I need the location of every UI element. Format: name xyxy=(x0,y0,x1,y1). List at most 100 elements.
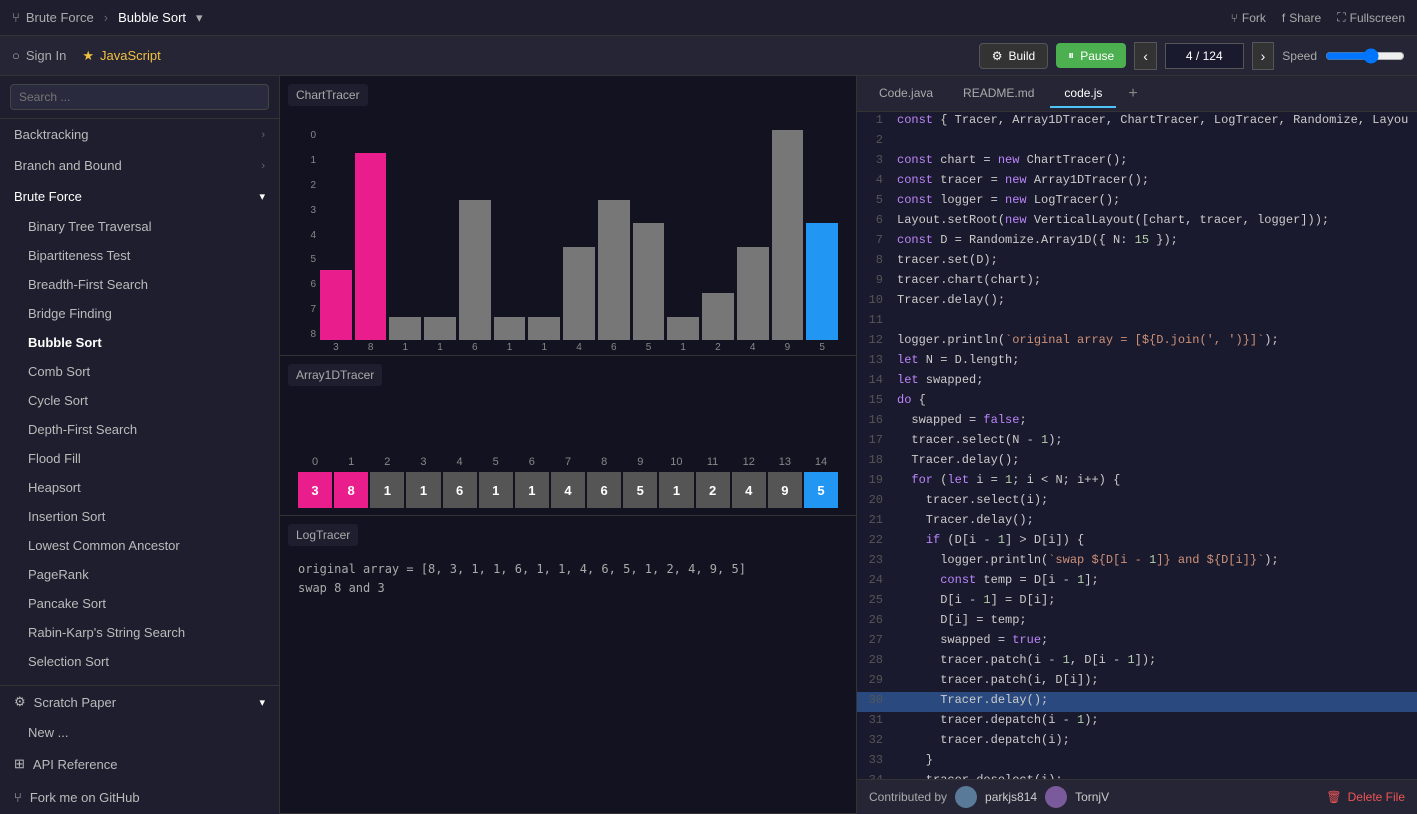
code-line: 21 Tracer.delay(); xyxy=(857,512,1417,532)
sidebar-subitem-bubble-sort[interactable]: Bubble Sort xyxy=(0,328,279,357)
array-cell: 8 xyxy=(334,472,368,508)
sidebar-subitem-pagerank[interactable]: PageRank xyxy=(0,560,279,589)
delete-file-button[interactable]: 🗑 Delete File xyxy=(1326,790,1405,804)
chart-x-label: 9 xyxy=(772,342,804,353)
chart-x-label: 6 xyxy=(459,342,491,353)
log-tracer-section: LogTracer original array = [8, 3, 1, 1, … xyxy=(280,516,856,814)
tab-readme[interactable]: README.md xyxy=(949,80,1048,108)
sidebar-subitem-dfs[interactable]: Depth-First Search xyxy=(0,415,279,444)
chart-bar xyxy=(424,317,456,340)
code-line: 16 swapped = false; xyxy=(857,412,1417,432)
sidebar-list: Backtracking › Branch and Bound › Brute … xyxy=(0,119,279,685)
sidebar-subitem-heapsort[interactable]: Heapsort xyxy=(0,473,279,502)
share-button[interactable]: f Share xyxy=(1282,11,1321,25)
chart-area: 8 7 6 5 4 3 2 1 0 381161146512495 xyxy=(288,112,848,372)
breadcrumb-dropdown-icon[interactable]: ▾ xyxy=(196,10,203,26)
sidebar-item-scratch-paper[interactable]: ⚙ Scratch Paper ▾ xyxy=(0,686,279,718)
array1d-tracer-section: Array1DTracer 01234567891011121314 38116… xyxy=(280,356,856,516)
speed-label: Speed xyxy=(1282,49,1317,63)
sidebar-subitem-bfs[interactable]: Breadth-First Search xyxy=(0,270,279,299)
code-line: 30 Tracer.delay(); xyxy=(857,692,1417,712)
chart-bar xyxy=(528,317,560,340)
sidebar-subitem-new[interactable]: New ... xyxy=(0,718,279,747)
array-cell: 5 xyxy=(804,472,838,508)
sidebar-subitem-lca[interactable]: Lowest Common Ancestor xyxy=(0,531,279,560)
chart-bar xyxy=(772,130,804,340)
sidebar-subitem-selection-sort[interactable]: Selection Sort xyxy=(0,647,279,676)
array-cell: 4 xyxy=(551,472,585,508)
scratch-paper-label: Scratch Paper xyxy=(34,695,116,710)
sidebar-subitem-pancake-sort[interactable]: Pancake Sort xyxy=(0,589,279,618)
breadcrumb-current[interactable]: Bubble Sort xyxy=(118,10,186,25)
sidebar-subitem-bridge[interactable]: Bridge Finding xyxy=(0,299,279,328)
build-button[interactable]: ⚙ Build xyxy=(979,43,1048,69)
sidebar-item-api-reference[interactable]: ⊞ API Reference xyxy=(0,747,279,781)
code-editor[interactable]: 1const { Tracer, Array1DTracer, ChartTra… xyxy=(857,112,1417,779)
language-button[interactable]: ★ JavaScript xyxy=(82,48,160,64)
sidebar-subitem-bipartiteness[interactable]: Bipartiteness Test xyxy=(0,241,279,270)
chart-tracer-label: ChartTracer xyxy=(288,84,368,106)
code-line: 31 tracer.depatch(i - 1); xyxy=(857,712,1417,732)
sidebar-subitem-flood-fill[interactable]: Flood Fill xyxy=(0,444,279,473)
pause-button[interactable]: ⏸ Pause xyxy=(1056,43,1126,68)
api-reference-label: API Reference xyxy=(33,757,118,772)
chart-bar xyxy=(702,293,734,340)
code-line: 15do { xyxy=(857,392,1417,412)
sidebar-subitem-binary-tree[interactable]: Binary Tree Traversal xyxy=(0,212,279,241)
chart-x-label: 4 xyxy=(563,342,595,353)
code-line: 5const logger = new LogTracer(); xyxy=(857,192,1417,212)
sidebar-item-fork-github[interactable]: ⑂ Fork me on GitHub xyxy=(0,781,279,814)
speed-slider[interactable] xyxy=(1325,48,1405,64)
log-content: original array = [8, 3, 1, 1, 6, 1, 1, 4… xyxy=(298,560,838,598)
fullscreen-button[interactable]: ⛶ Fullscreen xyxy=(1337,10,1405,25)
avatar-1 xyxy=(955,786,977,808)
search-box xyxy=(0,76,279,119)
array-index: 5 xyxy=(479,456,513,468)
array-index: 7 xyxy=(551,456,585,468)
contributor-2-name: TornjV xyxy=(1075,790,1109,804)
array-index: 0 xyxy=(298,456,332,468)
second-nav-left: ○ Sign In ★ JavaScript xyxy=(12,48,161,64)
code-line: 1const { Tracer, Array1DTracer, ChartTra… xyxy=(857,112,1417,132)
chart-x-label: 1 xyxy=(667,342,699,353)
code-line: 2 xyxy=(857,132,1417,152)
star-icon: ★ xyxy=(82,48,94,64)
array-cell: 2 xyxy=(696,472,730,508)
code-line: 9tracer.chart(chart); xyxy=(857,272,1417,292)
next-step-button[interactable]: › xyxy=(1252,42,1275,70)
sidebar-subitem-comb-sort[interactable]: Comb Sort xyxy=(0,357,279,386)
chevron-right-icon: › xyxy=(261,129,265,141)
code-line: 11 xyxy=(857,312,1417,332)
array-index: 1 xyxy=(334,456,368,468)
chart-bar xyxy=(598,200,630,340)
sidebar-item-label: Backtracking xyxy=(14,127,88,142)
sidebar-item-backtracking[interactable]: Backtracking › xyxy=(0,119,279,150)
sidebar-subitem-cycle-sort[interactable]: Cycle Sort xyxy=(0,386,279,415)
chart-bar xyxy=(737,247,769,340)
array-cells: 381161146512495 xyxy=(298,472,838,508)
breadcrumb-parent[interactable]: Brute Force xyxy=(26,10,94,25)
array-cell: 6 xyxy=(443,472,477,508)
contributor-1-name: parkjs814 xyxy=(985,790,1037,804)
sidebar-item-branch-bound[interactable]: Branch and Bound › xyxy=(0,150,279,181)
code-line: 27 swapped = true; xyxy=(857,632,1417,652)
chart-x-labels: 381161146512495 xyxy=(320,342,838,353)
array-index: 14 xyxy=(804,456,838,468)
code-line: 8tracer.set(D); xyxy=(857,252,1417,272)
trash-icon: 🗑 xyxy=(1326,790,1341,804)
chart-bar xyxy=(320,270,352,340)
pause-icon: ⏸ xyxy=(1068,48,1074,63)
sidebar-subitem-insertion-sort[interactable]: Insertion Sort xyxy=(0,502,279,531)
sidebar-subitem-rabin-karp[interactable]: Rabin-Karp's String Search xyxy=(0,618,279,647)
chart-x-label: 1 xyxy=(424,342,456,353)
tab-code-js[interactable]: code.js xyxy=(1050,80,1116,108)
sidebar-item-brute-force[interactable]: Brute Force ▾ xyxy=(0,181,279,212)
fork-button[interactable]: ⑂ Fork xyxy=(1231,11,1266,25)
prev-step-button[interactable]: ‹ xyxy=(1134,42,1157,70)
chevron-right-icon: › xyxy=(261,160,265,172)
array-cell: 1 xyxy=(515,472,549,508)
sign-in-button[interactable]: ○ Sign In xyxy=(12,48,66,63)
add-tab-button[interactable]: + xyxy=(1118,81,1147,107)
tab-code-java[interactable]: Code.java xyxy=(865,80,947,108)
search-input[interactable] xyxy=(10,84,269,110)
